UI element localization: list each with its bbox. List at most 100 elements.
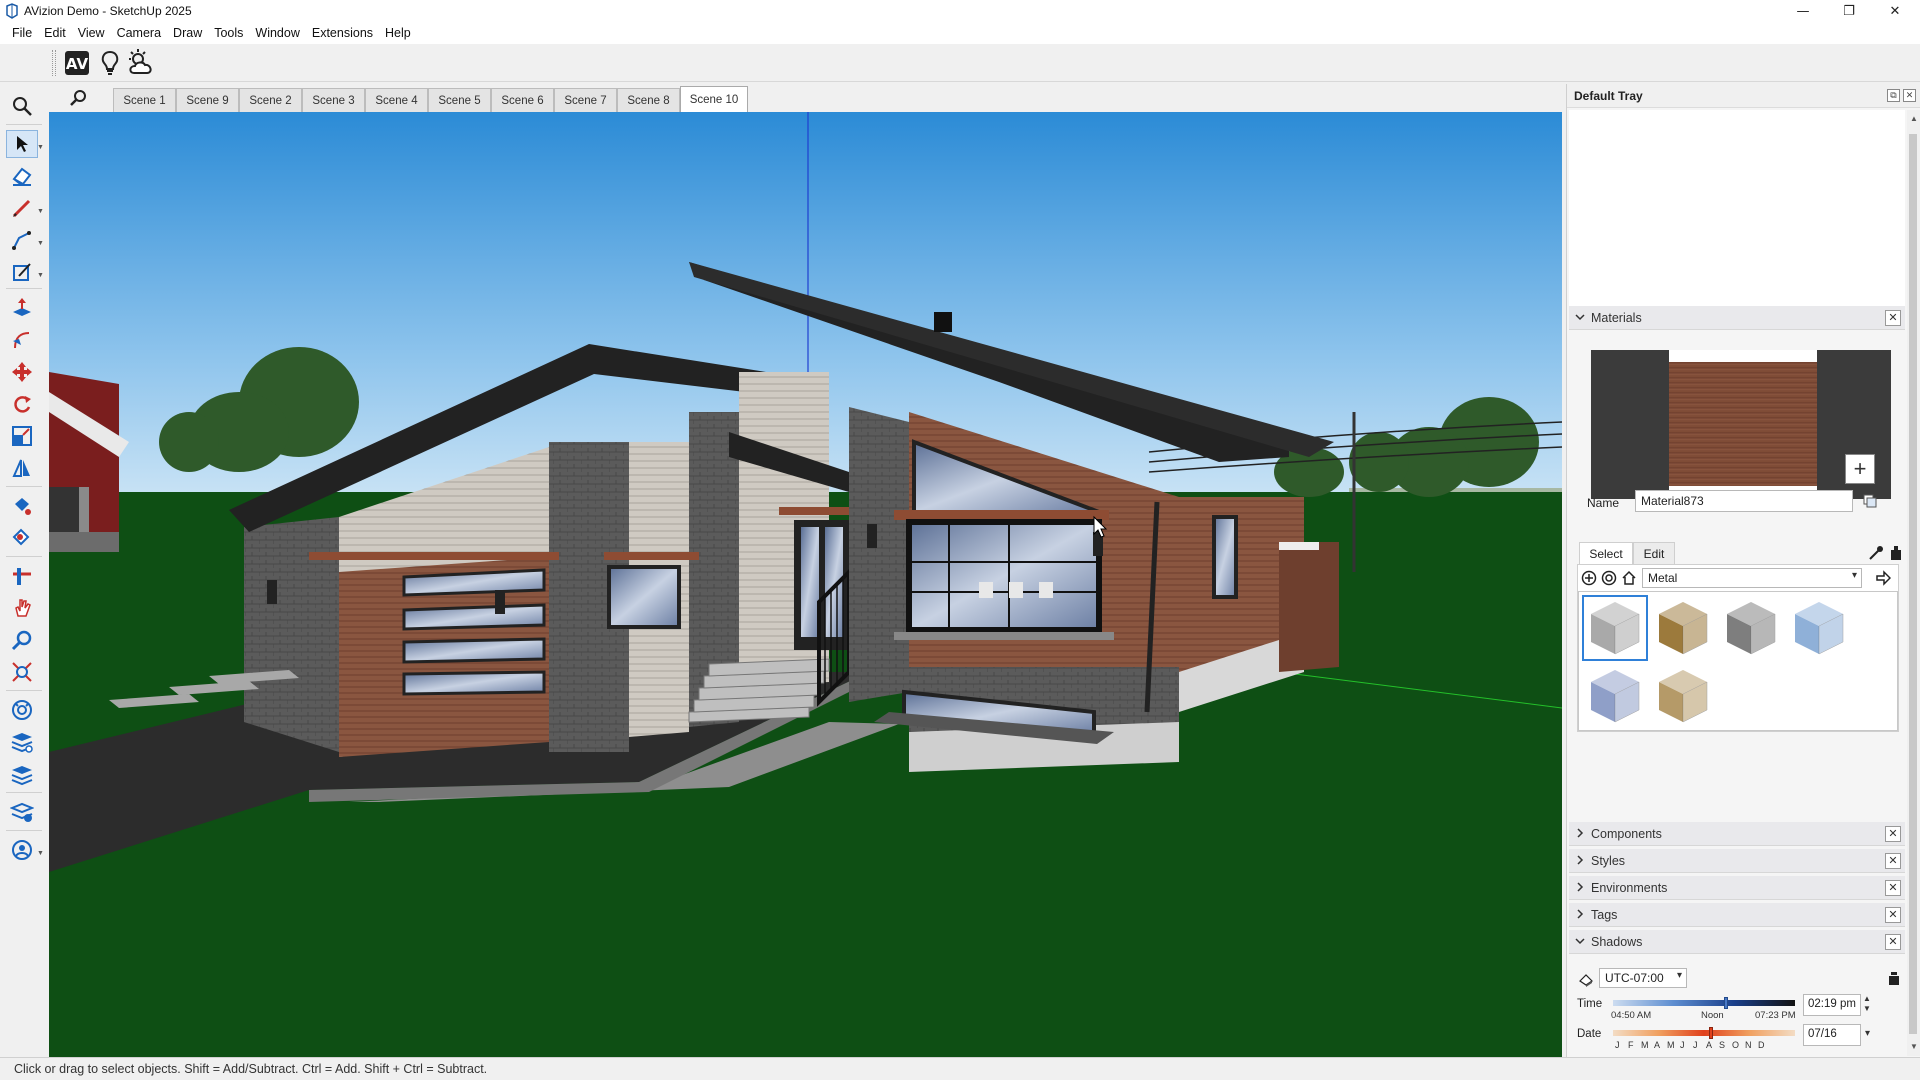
date-dropdown-arrow[interactable]: ▾ <box>1865 1028 1870 1039</box>
menu-tools[interactable]: Tools <box>208 22 249 44</box>
section-plane-icon[interactable] <box>6 562 38 590</box>
time-slider-thumb[interactable] <box>1724 997 1728 1009</box>
time-end-label: 07:23 PM <box>1755 1010 1796 1021</box>
minimize-button[interactable]: — <box>1780 0 1826 22</box>
lightbulb-icon[interactable] <box>95 48 125 78</box>
section-environments[interactable]: Environments ✕ <box>1569 876 1905 900</box>
scale-icon[interactable] <box>6 422 38 450</box>
tab-scene-9[interactable]: Scene 9 <box>176 88 239 112</box>
tab-edit[interactable]: Edit <box>1633 542 1675 564</box>
zoom-extents-icon[interactable] <box>6 658 38 686</box>
tab-scene-10[interactable]: Scene 10 <box>680 86 748 112</box>
tray-scrollbar[interactable]: ▲ ▼ <box>1907 110 1920 1056</box>
display-secondary-icon[interactable] <box>1887 544 1905 562</box>
section-close-button[interactable]: ✕ <box>1885 880 1901 896</box>
settings-icon[interactable] <box>6 798 38 826</box>
section-close-button[interactable]: ✕ <box>1885 907 1901 923</box>
in-model-icon[interactable] <box>1600 569 1618 587</box>
tape-measure-icon[interactable] <box>6 626 38 654</box>
section-close-button[interactable]: ✕ <box>1885 853 1901 869</box>
time-spinner[interactable]: ▲ ▼ <box>1863 994 1871 1014</box>
menu-camera[interactable]: Camera <box>111 22 167 44</box>
follow-me-icon[interactable] <box>6 326 38 354</box>
section-close-button[interactable]: ✕ <box>1885 826 1901 842</box>
create-material-button[interactable]: + <box>1845 454 1875 484</box>
pencil-icon[interactable] <box>6 194 38 222</box>
tab-scene-5[interactable]: Scene 5 <box>428 88 491 112</box>
select-icon[interactable] <box>6 130 38 158</box>
date-field[interactable]: 07/16 <box>1803 1024 1861 1046</box>
material-swatch-1[interactable] <box>1582 595 1648 661</box>
sandbox-icon[interactable] <box>6 696 38 724</box>
date-slider-thumb[interactable] <box>1709 1027 1713 1039</box>
details-toggle-icon[interactable] <box>1885 970 1903 988</box>
maximize-button[interactable]: ❐ <box>1826 0 1872 22</box>
avizion-logo-icon[interactable]: AV <box>62 48 92 78</box>
details-arrow-icon[interactable] <box>1874 569 1892 587</box>
section-tags[interactable]: Tags ✕ <box>1569 903 1905 927</box>
weather-icon[interactable] <box>126 48 156 78</box>
menu-help[interactable]: Help <box>379 22 417 44</box>
tab-scene-6[interactable]: Scene 6 <box>491 88 554 112</box>
timezone-dropdown[interactable]: UTC-07:00 ▾ <box>1599 968 1687 988</box>
material-swatch-4[interactable] <box>1787 596 1851 660</box>
scene-search-icon[interactable] <box>69 88 89 108</box>
section-components[interactable]: Components ✕ <box>1569 822 1905 846</box>
menu-view[interactable]: View <box>72 22 111 44</box>
pin-icon[interactable]: ⧉ <box>1887 89 1900 102</box>
tab-scene-1[interactable]: Scene 1 <box>113 88 176 112</box>
time-slider[interactable] <box>1613 997 1795 1009</box>
create-material-icon[interactable] <box>1580 569 1598 587</box>
rectangle-icon[interactable] <box>6 258 38 286</box>
material-swatch-3[interactable] <box>1719 596 1783 660</box>
section-materials[interactable]: Materials ✕ <box>1569 306 1905 330</box>
time-field[interactable]: 02:19 pm <box>1803 994 1861 1016</box>
model-viewport[interactable] <box>49 112 1562 1057</box>
tab-scene-8[interactable]: Scene 8 <box>617 88 680 112</box>
tab-scene-2[interactable]: Scene 2 <box>239 88 302 112</box>
section-close-button[interactable]: ✕ <box>1885 934 1901 950</box>
paint-bucket-icon[interactable] <box>6 492 38 520</box>
menu-edit[interactable]: Edit <box>38 22 72 44</box>
shadow-toggle-icon[interactable] <box>1577 970 1595 988</box>
date-slider[interactable] <box>1613 1027 1795 1039</box>
month-label: S <box>1719 1040 1726 1050</box>
tab-scene-7[interactable]: Scene 7 <box>554 88 617 112</box>
menu-window[interactable]: Window <box>249 22 305 44</box>
material-swatch-6[interactable] <box>1651 664 1715 728</box>
tab-select[interactable]: Select <box>1579 542 1633 564</box>
tray-close-icon[interactable]: ✕ <box>1903 89 1916 102</box>
zoom-icon[interactable] <box>6 92 38 120</box>
section-shadows[interactable]: Shadows ✕ <box>1569 930 1905 954</box>
section-styles[interactable]: Styles ✕ <box>1569 849 1905 873</box>
move-icon[interactable] <box>6 358 38 386</box>
rotate-icon[interactable] <box>6 390 38 418</box>
tab-scene-4[interactable]: Scene 4 <box>365 88 428 112</box>
home-icon[interactable] <box>1620 569 1638 587</box>
eyedropper-icon[interactable] <box>1867 544 1885 562</box>
push-pull-icon[interactable] <box>6 294 38 322</box>
section-label: Environments <box>1591 881 1668 895</box>
arc-icon[interactable] <box>6 226 38 254</box>
toolbar-grip[interactable] <box>52 50 56 76</box>
date-label: Date <box>1577 1028 1602 1040</box>
user-icon[interactable] <box>6 836 38 864</box>
menu-file[interactable]: File <box>6 22 38 44</box>
material-swatch-5[interactable] <box>1583 664 1647 728</box>
paint-icon[interactable] <box>6 524 38 552</box>
mirror-icon[interactable] <box>6 454 38 482</box>
menu-draw[interactable]: Draw <box>167 22 208 44</box>
layers-icon[interactable] <box>6 728 38 756</box>
tab-scene-3[interactable]: Scene 3 <box>302 88 365 112</box>
copy-icon[interactable] <box>1861 492 1879 510</box>
close-button[interactable]: ✕ <box>1872 0 1918 22</box>
material-name-field[interactable]: Material873 <box>1635 490 1853 512</box>
library-dropdown[interactable]: Metal ▾ <box>1642 568 1862 588</box>
stack-icon[interactable] <box>6 760 38 788</box>
orbit-hand-icon[interactable] <box>6 594 38 622</box>
chevron-right-icon <box>1577 828 1584 838</box>
eraser-icon[interactable] <box>6 162 38 190</box>
material-swatch-2[interactable] <box>1651 596 1715 660</box>
menu-extensions[interactable]: Extensions <box>306 22 379 44</box>
section-close-button[interactable]: ✕ <box>1885 310 1901 326</box>
